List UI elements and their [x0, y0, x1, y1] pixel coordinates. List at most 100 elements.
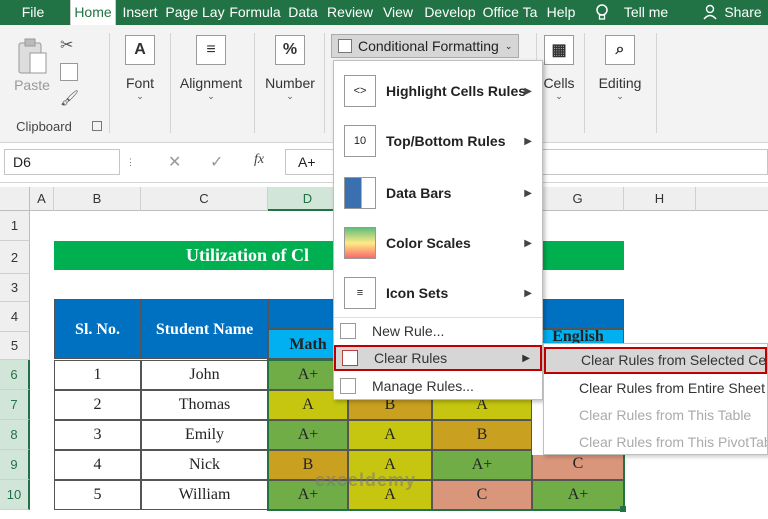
vertical-dots-icon: ⋮: [126, 157, 135, 167]
table-cell-grade[interactable]: A: [348, 420, 432, 450]
row-header-1[interactable]: 1: [0, 211, 30, 241]
table-cell-slno[interactable]: 2: [54, 390, 141, 420]
tab-help[interactable]: Help: [541, 0, 581, 25]
column-header-g[interactable]: G: [532, 187, 624, 211]
table-cell-grade[interactable]: A+: [268, 420, 348, 450]
copy-icon[interactable]: [60, 63, 78, 81]
submenu-item-clear-entire-sheet[interactable]: Clear Rules from Entire Sheet: [544, 375, 767, 402]
menu-item-new-rule[interactable]: New Rule...: [334, 318, 542, 344]
cancel-icon[interactable]: ✕: [168, 152, 181, 172]
row-header-8[interactable]: 8: [0, 420, 30, 450]
clear-rules-submenu: Clear Rules from Selected Cells Clear Ru…: [543, 343, 768, 455]
table-cell-name[interactable]: John: [141, 360, 268, 390]
select-all-corner[interactable]: [0, 187, 30, 211]
tab-insert[interactable]: Insert: [118, 0, 162, 25]
editing-button[interactable]: ⌕ Editing ⌄: [590, 35, 650, 102]
share-button[interactable]: Share: [720, 0, 766, 25]
eraser-icon: [342, 350, 358, 366]
menu-item-label: Color Scales: [386, 235, 471, 251]
tab-office-tab[interactable]: Office Ta: [481, 0, 539, 25]
tell-me-label[interactable]: Tell me: [618, 0, 674, 25]
table-cell-grade[interactable]: C: [532, 455, 624, 480]
row-header-7[interactable]: 7: [0, 390, 30, 420]
header-student-name[interactable]: Student Name: [141, 299, 268, 359]
tab-home[interactable]: Home: [70, 0, 116, 25]
conditional-formatting-button[interactable]: Conditional Formatting ⌄: [331, 34, 519, 58]
menu-item-highlight-cells-rules[interactable]: <> Highlight Cells Rules ▶: [334, 69, 542, 113]
menu-item-clear-rules[interactable]: Clear Rules ▶: [334, 345, 542, 371]
chevron-right-icon: ▶: [524, 135, 532, 147]
person-icon[interactable]: [702, 4, 718, 20]
insert-function-icon[interactable]: fx: [254, 152, 264, 168]
row-header-4[interactable]: 4: [0, 302, 30, 332]
paste-button[interactable]: Paste: [10, 77, 54, 93]
tab-view[interactable]: View: [380, 0, 416, 25]
fill-handle[interactable]: [620, 506, 626, 512]
menu-item-color-scales[interactable]: Color Scales ▶: [334, 221, 542, 265]
tab-page-layout[interactable]: Page Lay: [164, 0, 226, 25]
data-bars-icon: [344, 177, 376, 209]
submenu-item-clear-selected-cells[interactable]: Clear Rules from Selected Cells: [544, 347, 767, 374]
menu-item-icon-sets[interactable]: ≡ Icon Sets ▶: [334, 271, 542, 315]
table-cell-slno[interactable]: 4: [54, 450, 141, 480]
manage-rules-icon: [340, 378, 356, 394]
table-cell-grade[interactable]: A+: [532, 480, 624, 510]
column-header-b[interactable]: B: [54, 187, 141, 211]
table-cell-grade[interactable]: B: [432, 420, 532, 450]
paste-icon[interactable]: [16, 37, 50, 81]
table-cell-slno[interactable]: 3: [54, 420, 141, 450]
enter-icon[interactable]: ✓: [210, 152, 223, 172]
cells-button[interactable]: ▦ Cells ⌄: [540, 35, 578, 102]
clipboard-group-label: Clipboard: [16, 119, 72, 134]
table-cell-grade[interactable]: A+: [432, 450, 532, 480]
table-cell-grade[interactable]: A: [432, 400, 532, 420]
table-cell-name[interactable]: Nick: [141, 450, 268, 480]
table-cell-name[interactable]: William: [141, 480, 268, 510]
alignment-button[interactable]: ≡ Alignment ⌄: [174, 35, 248, 102]
tab-formulas[interactable]: Formula: [227, 0, 283, 25]
row-header-10[interactable]: 10: [0, 480, 30, 510]
column-header-a[interactable]: A: [30, 187, 54, 211]
table-cell-grade[interactable]: B: [348, 400, 432, 420]
conditional-formatting-menu: <> Highlight Cells Rules ▶ 10 Top/Bottom…: [333, 60, 543, 400]
chevron-down-icon: ⌄: [504, 40, 513, 51]
column-header-extra[interactable]: [696, 187, 768, 211]
table-cell-name[interactable]: Thomas: [141, 390, 268, 420]
font-label: Font: [125, 75, 154, 91]
tab-file[interactable]: File: [0, 0, 66, 25]
menu-item-manage-rules[interactable]: Manage Rules...: [334, 373, 542, 399]
menu-item-label: Data Bars: [386, 185, 452, 201]
cut-icon[interactable]: ✂: [60, 35, 78, 54]
header-sl-no[interactable]: Sl. No.: [54, 299, 141, 359]
tab-data[interactable]: Data: [284, 0, 322, 25]
submenu-item-clear-this-pivottable: Clear Rules from This PivotTable: [579, 434, 767, 450]
row-header-9[interactable]: 9: [0, 450, 30, 480]
row-header-6[interactable]: 6: [0, 360, 30, 390]
menu-item-top-bottom-rules[interactable]: 10 Top/Bottom Rules ▶: [334, 119, 542, 163]
submenu-item-clear-this-table: Clear Rules from This Table: [579, 407, 752, 423]
watermark-logo: exceldemy: [315, 470, 417, 490]
menu-item-label: Highlight Cells Rules: [386, 83, 527, 99]
highlight-cells-icon: <>: [344, 75, 376, 107]
table-cell-name[interactable]: Emily: [141, 420, 268, 450]
format-painter-icon[interactable]: 🖌: [60, 89, 79, 107]
table-cell-slno[interactable]: 1: [54, 360, 141, 390]
name-box[interactable]: D6: [4, 149, 120, 175]
column-header-h[interactable]: H: [624, 187, 696, 211]
row-header-2[interactable]: 2: [0, 241, 30, 274]
cells-label: Cells: [543, 75, 575, 91]
dialog-launcher-icon[interactable]: [92, 121, 102, 131]
lightbulb-icon[interactable]: [593, 3, 611, 21]
column-header-c[interactable]: C: [141, 187, 268, 211]
number-button[interactable]: % Number ⌄: [260, 35, 320, 102]
row-header-3[interactable]: 3: [0, 274, 30, 302]
table-cell-slno[interactable]: 5: [54, 480, 141, 510]
table-cell-grade[interactable]: C: [432, 480, 532, 510]
menu-item-data-bars[interactable]: Data Bars ▶: [334, 171, 542, 215]
tab-developer[interactable]: Develop: [420, 0, 480, 25]
font-icon: A: [125, 35, 155, 65]
tab-review[interactable]: Review: [325, 0, 375, 25]
chevron-right-icon: ▶: [524, 85, 532, 97]
row-header-5[interactable]: 5: [0, 332, 30, 360]
font-button[interactable]: A Font ⌄: [118, 35, 162, 102]
